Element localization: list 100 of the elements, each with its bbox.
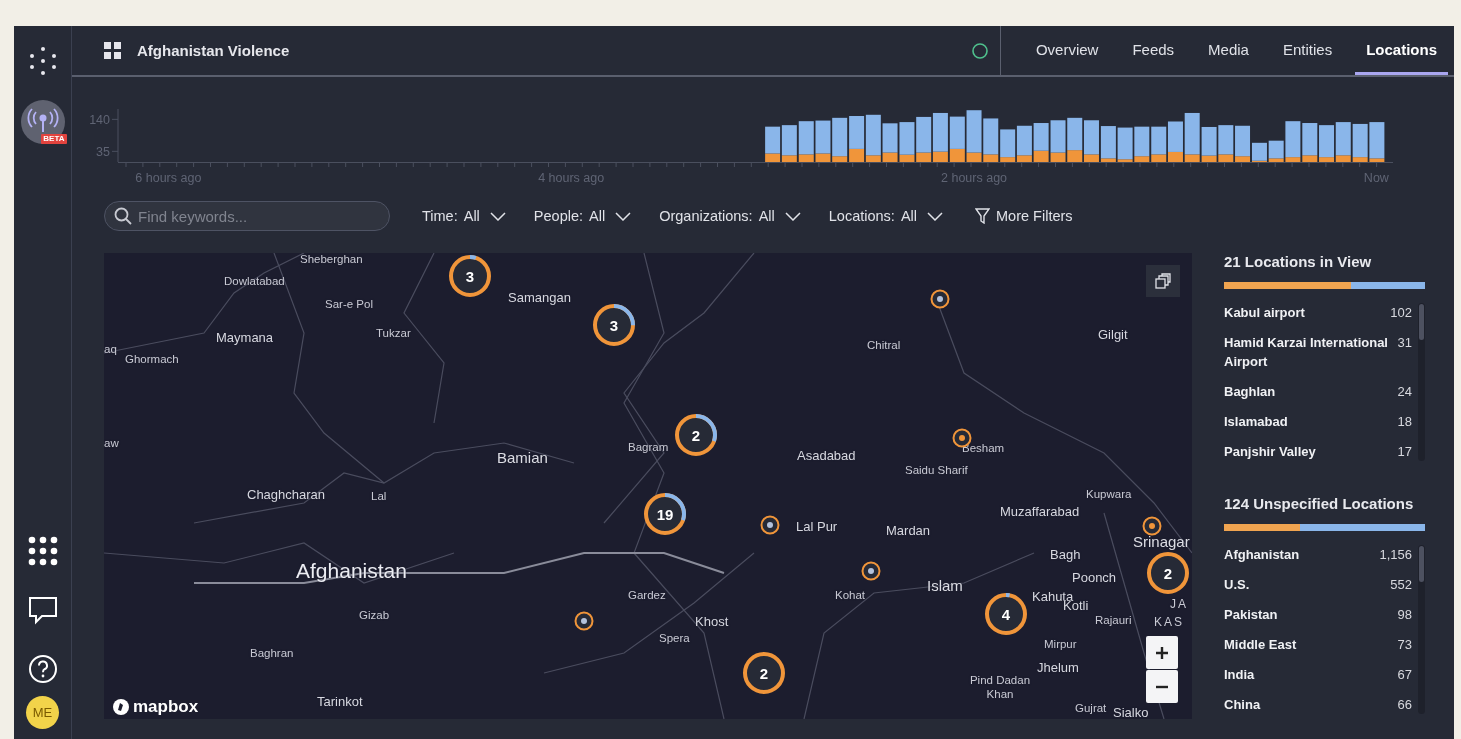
map-place-label: Islam — [927, 577, 963, 594]
cluster-marker[interactable]: 2 — [674, 413, 718, 457]
map-place-label: Asadabad — [797, 448, 856, 463]
location-marker[interactable] — [760, 515, 780, 535]
location-name[interactable]: Islamabad — [1224, 412, 1288, 431]
location-name[interactable]: Kabul airport — [1224, 303, 1305, 322]
location-count: 66 — [1397, 696, 1412, 714]
chat-icon[interactable] — [27, 595, 58, 625]
map-place-label: Kupwara — [1086, 488, 1132, 500]
cluster-marker[interactable]: 3 — [592, 303, 636, 347]
axis-tick-label: Now — [1363, 171, 1389, 185]
map-drawing[interactable] — [104, 253, 1192, 719]
nav-tab[interactable]: Overview — [1024, 26, 1110, 75]
map-place-label: Chitral — [867, 339, 901, 351]
map-place-label: Sar-e Pol — [325, 298, 373, 310]
map-place-label: Gardez — [628, 589, 666, 601]
apps-grid-icon[interactable] — [27, 536, 58, 566]
cluster-marker[interactable]: 3 — [448, 254, 492, 298]
dots-logo-icon[interactable] — [28, 46, 57, 76]
map-place-label: Saidu Sharif — [905, 464, 968, 476]
location-count: 1,156 — [1379, 546, 1412, 564]
map-place-label: Kohat — [835, 589, 866, 601]
cluster-marker[interactable]: 4 — [984, 592, 1028, 636]
axis-tick-label: 4 hours ago — [538, 171, 605, 185]
map-place-label: Samangan — [508, 290, 571, 305]
map-place-label: Bamian — [497, 449, 548, 466]
nav-tab[interactable]: Locations — [1355, 26, 1448, 75]
scrollbar-thumb[interactable] — [1419, 546, 1424, 582]
panel-heading: 21 Locations in View — [1224, 253, 1373, 270]
map-place-label: Ghormach — [125, 353, 179, 365]
location-name[interactable]: Pakistan — [1224, 605, 1278, 624]
filter-dropdown[interactable]: People: All — [519, 204, 646, 228]
help-icon[interactable] — [27, 654, 58, 684]
user-avatar[interactable]: ME — [26, 696, 59, 729]
map-place-label: Khost — [695, 614, 729, 629]
nav-tab[interactable]: Media — [1197, 26, 1260, 75]
map-place-label: Baghran — [250, 647, 294, 659]
location-name[interactable]: China — [1224, 695, 1261, 714]
map-place-label: Rajauri — [1095, 614, 1132, 626]
map-place-label: Mardan — [886, 523, 931, 538]
more-filters-button[interactable]: More Filters — [957, 204, 1087, 228]
map-place-label: Mirpur — [1044, 638, 1077, 650]
filter-dropdown[interactable]: Time: All — [408, 204, 520, 228]
map-place-label: Lal — [371, 490, 387, 502]
location-count: 552 — [1390, 576, 1412, 594]
map-place-label: JA — [1170, 597, 1188, 611]
antenna-icon[interactable] — [20, 100, 65, 144]
nav-tab[interactable]: Feeds — [1121, 26, 1186, 75]
mapbox-logo-icon — [112, 698, 130, 716]
map-place-label: aq — [104, 343, 117, 355]
location-marker[interactable] — [930, 289, 950, 309]
location-count: 31 — [1397, 334, 1412, 352]
layers-button[interactable] — [1146, 265, 1180, 297]
map-place-label: Gizab — [359, 609, 390, 621]
plus-icon — [1156, 646, 1168, 659]
axis-tick-label: 35 — [96, 145, 110, 160]
location-count: 67 — [1397, 666, 1412, 684]
chevron-down-icon — [784, 211, 801, 221]
zoom-out-button[interactable] — [1146, 670, 1178, 703]
map-place-label: Sialko — [1113, 705, 1149, 719]
map-place-label: Tukzar — [376, 327, 411, 339]
location-count: 18 — [1397, 413, 1412, 431]
status-circle-icon — [971, 42, 988, 59]
location-name[interactable]: Baghlan — [1224, 382, 1276, 401]
location-marker[interactable] — [1142, 516, 1162, 536]
search-icon — [114, 207, 132, 225]
location-name[interactable]: Hamid Karzai International Airport — [1224, 333, 1394, 371]
panel-heading: 124 Unspecified Locations — [1224, 495, 1415, 512]
map-place-label: Bagram — [628, 441, 669, 453]
map-place-label: Dowlatabad — [224, 275, 285, 287]
location-name[interactable]: India — [1224, 665, 1255, 684]
location-name[interactable]: Middle East — [1224, 635, 1297, 654]
funnel-icon — [975, 208, 990, 224]
map-place-label: Gilgit — [1098, 327, 1128, 342]
location-name[interactable]: Panjshir Valley — [1224, 442, 1316, 461]
location-name[interactable]: Afghanistan — [1224, 545, 1300, 564]
chevron-down-icon — [489, 211, 506, 221]
location-count: 102 — [1390, 304, 1412, 322]
cluster-marker[interactable]: 2 — [742, 651, 786, 695]
cluster-marker[interactable]: 19 — [643, 492, 687, 536]
y-axis — [111, 108, 119, 163]
map-place-label: Srinagar — [1133, 533, 1190, 550]
cluster-marker[interactable]: 2 — [1146, 551, 1190, 595]
map-place-label: Jhelum — [1037, 660, 1079, 675]
nav-tab[interactable]: Entities — [1271, 26, 1344, 75]
zoom-in-button[interactable] — [1146, 636, 1178, 669]
chevron-down-icon — [927, 211, 943, 221]
search-field[interactable]: Find keywords... — [104, 201, 390, 231]
location-name[interactable]: U.S. — [1224, 575, 1250, 594]
grid-icon[interactable] — [104, 42, 121, 59]
chevron-down-icon — [615, 211, 632, 221]
location-marker[interactable] — [861, 561, 881, 581]
filter-dropdown[interactable]: Locations: All — [814, 204, 957, 228]
filter-dropdown[interactable]: Organizations: All — [645, 204, 815, 228]
map-place-label: Lal Pur — [796, 519, 838, 534]
location-marker[interactable] — [574, 611, 594, 631]
map-place-label: Sheberghan — [300, 253, 363, 265]
scrollbar-thumb[interactable] — [1419, 304, 1424, 340]
map-place-label: Maymana — [216, 330, 274, 345]
map-place-label: Afghanistan — [296, 559, 407, 583]
